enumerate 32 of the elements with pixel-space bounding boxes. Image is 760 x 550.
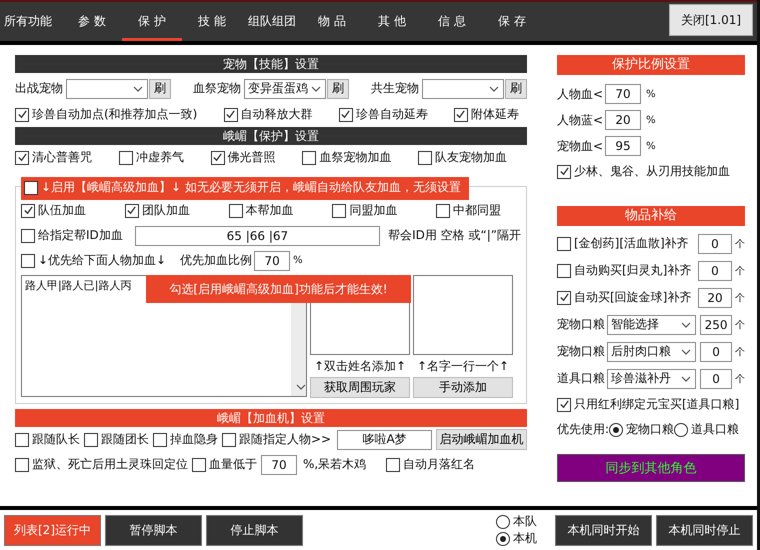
caption: ↑名字一行一个↑	[416, 358, 510, 375]
toast: 勾选[启用峨嵋高级加血]功能后才能生效!	[146, 275, 411, 303]
field-label: 优先加血比例	[180, 252, 252, 269]
field-label: 人物蓝<	[557, 112, 604, 128]
field-label: 道具口粮	[557, 370, 605, 387]
caption: ↑双击姓名添加↑	[314, 358, 406, 375]
hint-text: 帮会ID用 空格 或“|”隔开	[388, 227, 521, 244]
unit-label: 个	[735, 346, 745, 358]
section-header: 物品补给	[557, 206, 745, 226]
unit-label: 个	[735, 292, 745, 304]
field-label: %,呆若木鸡	[303, 456, 366, 473]
section-header: 峨嵋【加血机】设置	[15, 409, 527, 427]
field-label: 人物血<	[557, 86, 604, 102]
section-header: 保护比例设置	[557, 55, 745, 75]
text-area-content: 路人甲|路人已|路人丙	[25, 279, 132, 292]
unit-label: 个	[735, 264, 745, 278]
unit-label: 个	[735, 372, 745, 386]
field-label: 血祭宠物	[193, 80, 241, 97]
field-label: 共生宠物	[371, 80, 419, 97]
section-header: 峨嵋【保护】设置	[15, 127, 527, 145]
unit-label: 个	[735, 238, 745, 250]
field-label: 宠物口粮	[557, 316, 605, 333]
field-label: 优先使用:	[557, 421, 610, 438]
section-header: 宠物【技能】设置	[15, 55, 527, 73]
unit-label: %	[293, 255, 303, 266]
field-label: 宠物口粮	[557, 343, 605, 360]
unit-label: 个	[735, 318, 745, 332]
unit-label: %	[646, 88, 656, 100]
field-label: 出战宠物	[15, 80, 63, 97]
unit-label: %	[646, 140, 656, 152]
unit-label: %	[646, 114, 656, 126]
field-label: 宠物血<	[557, 138, 604, 154]
